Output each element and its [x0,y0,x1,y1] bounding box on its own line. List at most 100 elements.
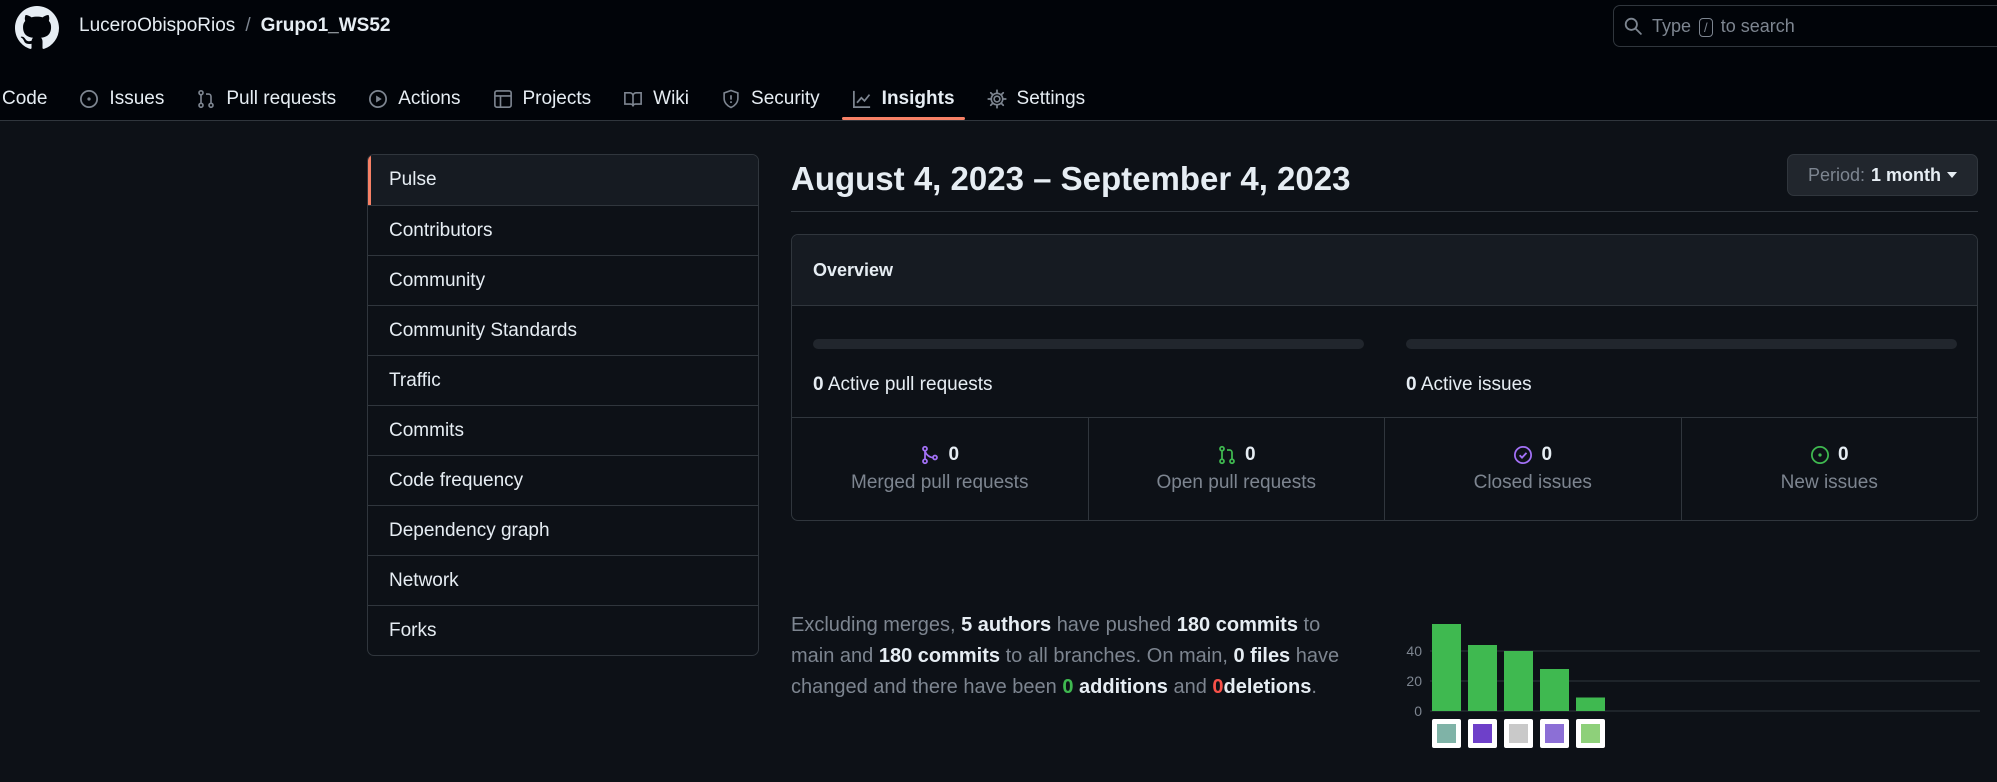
caret-down-icon [1947,172,1958,178]
tab-label: Actions [398,88,461,109]
tab-label: Settings [1016,88,1086,109]
tab-code[interactable]: Code [0,68,57,120]
bar [1540,669,1569,711]
additions-word: additions [1079,676,1168,698]
issue-opened-icon [80,90,99,108]
search-placeholder: Type / to search [1652,15,1795,37]
overview-stats: 0 Merged pull requests 0 Open pull reque… [792,418,1977,520]
period-value: 1 month [1871,164,1942,185]
gear-icon [986,89,1007,109]
tab-insights[interactable]: Insights [841,68,965,120]
breadcrumb: LuceroObispoRios / Grupo1_WS52 [79,15,390,37]
stat-value: 0 [948,444,960,465]
avatar-image [1581,724,1600,743]
active-issues-link[interactable]: 0 Active issues [1406,374,1532,396]
commits-all-count: 180 commits [878,645,1001,667]
overview-title: Overview [792,235,1977,306]
repo-owner-link[interactable]: LuceroObispoRios [79,15,235,37]
github-logo-icon[interactable] [15,6,59,50]
tab-issues[interactable]: Issues [69,68,174,120]
play-icon [369,90,388,108]
stat-label: Merged pull requests [851,472,1029,493]
issue-closed-icon [1514,446,1533,464]
additions-count: 0 [1062,676,1074,698]
stat-value: 0 [1541,444,1553,465]
period-dropdown-button[interactable]: Period: 1 month [1787,154,1978,196]
search-input[interactable]: Type / to search [1613,5,1997,47]
deletions-count: 0 [1212,676,1224,698]
stat-label: New issues [1780,472,1878,493]
tab-pull-requests[interactable]: Pull requests [186,68,346,120]
sidebar-item-pulse[interactable]: Pulse [368,155,758,205]
sidebar-item-forks[interactable]: Forks [368,605,758,655]
active-issues-bar [1406,339,1957,349]
deletions-word: deletions [1223,676,1312,698]
sidebar-item-dependency-graph[interactable]: Dependency graph [368,505,758,555]
graph-icon [852,90,870,108]
stat-label: Open pull requests [1156,472,1317,493]
tab-security[interactable]: Security [711,68,830,120]
tab-label: Issues [109,88,165,109]
authors-count: 5 authors [961,614,1052,636]
tab-label: Security [751,88,820,109]
active-prs-bar [813,339,1364,349]
git-pull-request-icon [1219,445,1235,465]
stat-label: Closed issues [1473,472,1592,493]
avatar-image [1509,724,1528,743]
tab-actions[interactable]: Actions [358,68,470,120]
sidebar-item-commits[interactable]: Commits [368,405,758,455]
sidebar-item-network[interactable]: Network [368,555,758,605]
avatar-image [1473,724,1492,743]
tab-label: Projects [522,88,592,109]
avatar-image [1545,724,1564,743]
new-issues-stat[interactable]: 0 New issues [1680,418,1978,520]
contributors-bar-chart: 0 20 40 [1406,624,1980,748]
overview-box: Overview 0 Active pull requests 0 Active… [791,234,1978,521]
files-count: 0 files [1233,645,1291,667]
tab-wiki[interactable]: Wiki [613,68,699,120]
breadcrumb-separator: / [245,15,251,36]
sidebar-item-community-standards[interactable]: Community Standards [368,305,758,355]
repo-name-link[interactable]: Grupo1_WS52 [261,15,391,37]
stat-value: 0 [1837,444,1849,465]
merged-prs-stat[interactable]: 0 Merged pull requests [792,418,1088,520]
page-title: August 4, 2023 – September 4, 2023 [791,160,1351,197]
tab-label: Code [2,88,48,109]
bar [1468,645,1497,711]
top-header: LuceroObispoRios / Grupo1_WS52 Type / to… [0,0,1997,121]
sidebar-item-community[interactable]: Community [368,255,758,305]
closed-issues-stat[interactable]: 0 Closed issues [1384,418,1681,520]
sidebar-item-traffic[interactable]: Traffic [368,355,758,405]
bar [1576,697,1605,711]
commit-summary: Excluding merges, 5 authors have pushed … [791,614,1340,698]
bar [1504,651,1533,711]
y-tick-label: 20 [1406,673,1422,689]
search-icon [1624,17,1642,35]
tab-projects[interactable]: Projects [483,68,602,120]
bar [1432,624,1461,711]
git-merge-icon [922,445,939,465]
active-prs-link[interactable]: 0 Active pull requests [813,374,993,396]
repo-tabs: Code Issues Pull requests Actions Projec… [0,68,1107,120]
shield-icon [723,89,739,109]
divider [791,211,1978,212]
y-tick-label: 0 [1414,703,1422,719]
insights-sidebar: Pulse Contributors Community Community S… [367,154,759,656]
table-icon [493,90,512,108]
overview-progress: 0 Active pull requests 0 Active issues [792,306,1977,418]
commits-main-count: 180 commits [1176,614,1298,636]
search-shortcut-key: / [1699,17,1713,37]
period-label: Period: [1807,164,1866,185]
tab-label: Wiki [653,88,690,109]
sidebar-item-code-frequency[interactable]: Code frequency [368,455,758,505]
avatar-image [1437,724,1456,743]
y-tick-label: 40 [1406,643,1422,659]
tab-label: Insights [881,88,955,109]
sidebar-item-contributors[interactable]: Contributors [368,205,758,255]
issue-opened-icon [1810,446,1829,464]
open-prs-stat[interactable]: 0 Open pull requests [1087,418,1385,520]
book-icon [624,91,643,107]
git-pull-request-icon [198,89,215,109]
tab-settings[interactable]: Settings [977,68,1096,120]
tab-label: Pull requests [226,88,337,109]
